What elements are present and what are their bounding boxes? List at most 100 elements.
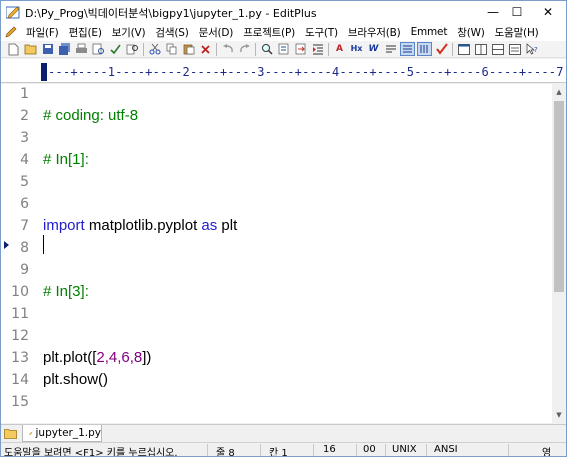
close-icon: ✕ bbox=[542, 5, 554, 19]
toolbar-separator bbox=[255, 42, 256, 56]
code-editor[interactable]: 1 2 3 4 5 6 7 8 9 10 11 12 13 14 15 # co… bbox=[1, 84, 552, 423]
line-number: 7 bbox=[20, 218, 29, 234]
spell-check-icon[interactable] bbox=[108, 42, 123, 56]
status-divider bbox=[426, 444, 427, 456]
paste-icon[interactable] bbox=[181, 42, 196, 56]
close-button[interactable]: ✕ bbox=[530, 1, 566, 23]
code-token: plt bbox=[217, 217, 238, 234]
status-line: 줄 8 bbox=[216, 448, 235, 457]
save-all-icon[interactable] bbox=[57, 42, 72, 56]
print-preview-icon[interactable] bbox=[91, 42, 106, 56]
status-encoding: ANSI bbox=[434, 444, 458, 455]
menu-project[interactable]: 프로젝트(P) bbox=[238, 25, 300, 40]
toolbar-separator bbox=[452, 42, 453, 56]
window-cascade-icon[interactable] bbox=[490, 42, 505, 56]
code-line-10: # In[3]: bbox=[43, 283, 89, 300]
status-bar: 도움말을 보려면 <F1> 키를 누르십시오. 줄 8 칸 1 16 00 UN… bbox=[1, 442, 566, 457]
open-file-icon[interactable] bbox=[23, 42, 38, 56]
title-bar: D:\Py_Prog\빅데이터분석\bigpy1\jupyter_1.py - … bbox=[1, 1, 566, 23]
find-icon[interactable] bbox=[259, 42, 274, 56]
folder-icon[interactable] bbox=[4, 428, 17, 439]
file-tab-label: jupyter_1.py bbox=[35, 427, 102, 439]
menu-help[interactable]: 도움말(H) bbox=[490, 25, 544, 40]
maximize-icon: ☐ bbox=[511, 5, 523, 19]
vertical-scrollbar[interactable]: ▲ ▼ bbox=[552, 84, 566, 423]
menu-edit[interactable]: 편집(E) bbox=[64, 25, 107, 40]
column-ruler: ---+----1----+----2----+----3----+----4-… bbox=[1, 59, 566, 83]
line-number: 15 bbox=[11, 394, 29, 410]
menu-emmet[interactable]: Emmet bbox=[406, 26, 453, 38]
line-number: 6 bbox=[20, 196, 29, 212]
new-file-icon[interactable] bbox=[6, 42, 21, 56]
file-tab-jupyter[interactable]: jupyter_1.py bbox=[22, 425, 102, 442]
toggle-icon[interactable] bbox=[417, 42, 432, 56]
cut-icon[interactable] bbox=[147, 42, 162, 56]
save-file-icon[interactable] bbox=[40, 42, 55, 56]
font-size-icon[interactable]: A bbox=[332, 42, 347, 56]
minimize-icon: — bbox=[487, 5, 499, 19]
tab-icon[interactable] bbox=[400, 42, 415, 56]
replace-icon[interactable] bbox=[276, 42, 291, 56]
line-number: 4 bbox=[20, 152, 29, 168]
menu-bar: 파일(F) 편집(E) 보기(V) 검색(S) 문서(D) 프로젝트(P) 도구… bbox=[1, 23, 566, 41]
menu-browser[interactable]: 브라우저(B) bbox=[343, 25, 406, 40]
menu-tools[interactable]: 도구(T) bbox=[300, 25, 343, 40]
text-caret bbox=[43, 235, 44, 254]
comment-token: # In[3]: bbox=[43, 283, 89, 300]
ruler-scale: ---+----1----+----2----+----3----+----4-… bbox=[48, 65, 564, 79]
menu-window[interactable]: 창(W) bbox=[452, 25, 489, 40]
menu-view[interactable]: 보기(V) bbox=[107, 25, 151, 40]
status-ime: 영 bbox=[542, 448, 552, 457]
toolbar-separator bbox=[328, 42, 329, 56]
help-icon[interactable]: ? bbox=[524, 42, 539, 56]
window-list-icon[interactable] bbox=[507, 42, 522, 56]
status-divider bbox=[313, 444, 314, 456]
menu-file[interactable]: 파일(F) bbox=[21, 25, 64, 40]
window-tile-icon[interactable] bbox=[473, 42, 488, 56]
toolbar-separator bbox=[143, 42, 144, 56]
check-icon[interactable] bbox=[434, 42, 449, 56]
scroll-up-icon[interactable]: ▲ bbox=[552, 84, 566, 100]
code-line-13: plt.plot([2,4,6,8]) bbox=[43, 349, 151, 366]
scroll-thumb[interactable] bbox=[554, 101, 564, 292]
word-wrap-icon[interactable]: W bbox=[366, 42, 381, 56]
keyword-token: as bbox=[201, 217, 218, 234]
number-token: 2,4,6,8 bbox=[96, 349, 143, 366]
line-number: 9 bbox=[20, 262, 29, 278]
indent-icon[interactable] bbox=[310, 42, 325, 56]
cliptext-icon[interactable] bbox=[383, 42, 398, 56]
hex-icon[interactable]: Hx bbox=[349, 42, 364, 56]
pencil-icon bbox=[5, 26, 17, 38]
code-line-4: # In[1]: bbox=[43, 151, 89, 168]
window-title: D:\Py_Prog\빅데이터분석\bigpy1\jupyter_1.py - … bbox=[25, 7, 317, 20]
undo-icon[interactable] bbox=[220, 42, 235, 56]
menu-search[interactable]: 검색(S) bbox=[150, 25, 193, 40]
file-tab-bar: jupyter_1.py bbox=[1, 424, 566, 442]
print-icon[interactable] bbox=[74, 42, 89, 56]
editplus-app-icon bbox=[6, 6, 20, 19]
code-line-7: import matplotlib.pyplot as plt bbox=[43, 217, 237, 234]
comment-token: # coding: utf-8 bbox=[43, 107, 139, 124]
status-column: 칸 1 bbox=[269, 448, 288, 457]
line-number: 10 bbox=[11, 284, 29, 300]
keyword-token: import bbox=[43, 217, 85, 234]
status-divider bbox=[385, 444, 386, 456]
line-number: 12 bbox=[11, 328, 29, 344]
redo-icon[interactable] bbox=[237, 42, 252, 56]
copy-icon[interactable] bbox=[164, 42, 179, 56]
find-in-files-icon[interactable] bbox=[125, 42, 140, 56]
status-divider bbox=[207, 444, 208, 456]
scroll-down-icon[interactable]: ▼ bbox=[552, 407, 566, 423]
line-number: 1 bbox=[20, 86, 29, 102]
goto-line-icon[interactable] bbox=[293, 42, 308, 56]
toolbar-separator bbox=[216, 42, 217, 56]
status-count: 16 bbox=[323, 444, 336, 455]
menu-document[interactable]: 문서(D) bbox=[194, 25, 239, 40]
line-number-gutter: 1 2 3 4 5 6 7 8 9 10 11 12 13 14 15 bbox=[1, 84, 35, 423]
line-number: 13 bbox=[11, 350, 29, 366]
window-split-icon[interactable] bbox=[456, 42, 471, 56]
status-hint: 도움말을 보려면 <F1> 키를 누르십시오. bbox=[4, 448, 178, 457]
current-line-marker bbox=[4, 241, 9, 249]
svg-text:?: ? bbox=[534, 46, 538, 54]
delete-icon[interactable] bbox=[198, 42, 213, 56]
